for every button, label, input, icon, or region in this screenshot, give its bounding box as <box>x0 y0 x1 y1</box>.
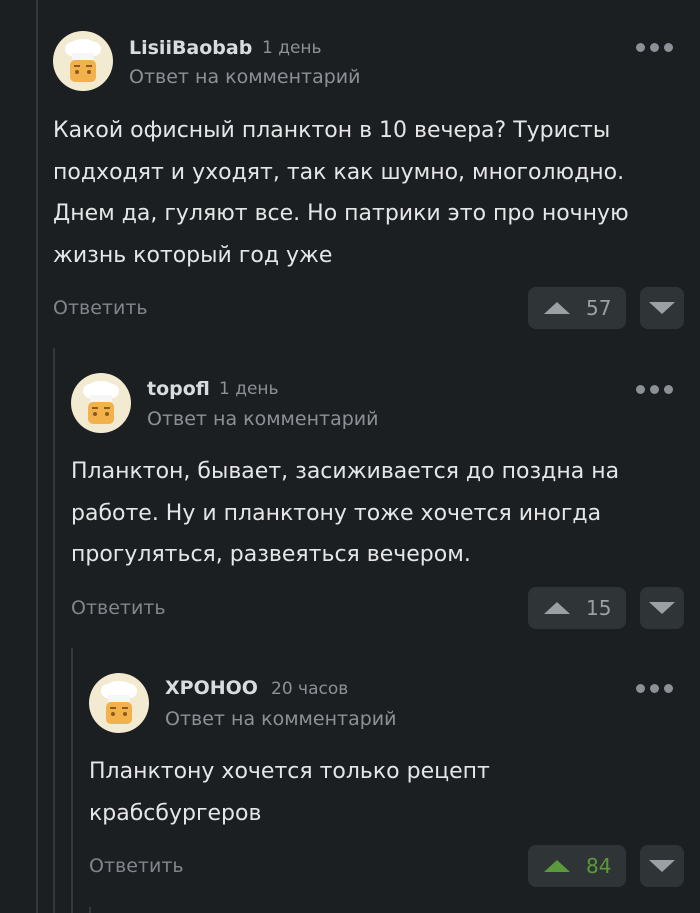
rating-count: 57 <box>586 296 612 320</box>
comment-author[interactable]: LisiiBaobab <box>129 37 252 59</box>
comment-thread: LisiiBaobab 1 день Ответ на комментарий … <box>0 0 700 913</box>
chef-avatar-icon[interactable] <box>89 673 149 733</box>
rating-count: 84 <box>586 854 612 878</box>
upvote-arrow-icon <box>544 602 570 614</box>
comment-text-line: Днем да, гуляют все. Но патрики это про … <box>53 201 629 226</box>
comment-body: Какой офисный планктон в 10 вечера? Тури… <box>53 110 629 276</box>
reply-note[interactable]: Ответ на комментарий <box>165 708 396 730</box>
comment-time: 20 часов <box>271 679 349 699</box>
thread-line <box>53 348 55 913</box>
rating-count: 15 <box>586 596 612 620</box>
comment-text-line: работе. Ну и планктону тоже хочется иног… <box>71 500 602 526</box>
thread-line <box>89 907 91 913</box>
reply-note[interactable]: Ответ на комментарий <box>147 408 378 430</box>
more-dots-icon[interactable] <box>636 40 674 54</box>
chef-avatar-icon[interactable] <box>53 31 113 91</box>
comment-text-line: прогуляться, развеяться вечером. <box>71 542 471 567</box>
comment-text-line: Планктон, бывает, засиживается до поздна… <box>71 459 620 484</box>
reply-button[interactable]: Ответить <box>89 855 184 877</box>
downvote-button[interactable] <box>640 587 684 629</box>
upvote-button[interactable]: 84 <box>528 845 626 887</box>
more-dots-icon[interactable] <box>636 681 674 695</box>
upvote-arrow-icon <box>544 302 570 314</box>
reply-button[interactable]: Ответить <box>71 597 166 619</box>
downvote-arrow-icon <box>649 302 675 314</box>
downvote-button[interactable] <box>640 287 684 329</box>
comment-body: Планктон, бывает, засиживается до поздна… <box>71 451 619 576</box>
comment-author[interactable]: topofl <box>147 378 210 400</box>
comment-text-line: Планктону хочется только рецепт <box>89 759 490 784</box>
comment-text-line: Какой офисный планктон в 10 вечера? Тури… <box>53 118 611 143</box>
chef-avatar-icon[interactable] <box>71 373 131 433</box>
comment-time: 1 день <box>219 379 279 399</box>
comment-text-line: крабсбургеров <box>89 800 262 826</box>
downvote-button[interactable] <box>640 845 684 887</box>
comment-time: 1 день <box>262 38 322 58</box>
reply-button[interactable]: Ответить <box>53 297 148 319</box>
more-dots-icon[interactable] <box>636 382 674 396</box>
downvote-arrow-icon <box>649 602 675 614</box>
upvote-arrow-icon <box>544 860 570 872</box>
thread-line <box>36 0 38 913</box>
comment-text-line: жизнь который год уже <box>53 242 333 268</box>
comment-author[interactable]: XPOHOO <box>165 677 258 699</box>
reply-note[interactable]: Ответ на комментарий <box>129 66 360 88</box>
upvote-button[interactable]: 57 <box>528 287 626 329</box>
thread-line <box>71 648 73 913</box>
comment-text-line: подходят и уходят, так как шумно, многол… <box>53 159 625 185</box>
upvote-button[interactable]: 15 <box>528 587 626 629</box>
comment-body: Планктону хочется только рецепт крабсбур… <box>89 751 490 834</box>
downvote-arrow-icon <box>649 860 675 872</box>
